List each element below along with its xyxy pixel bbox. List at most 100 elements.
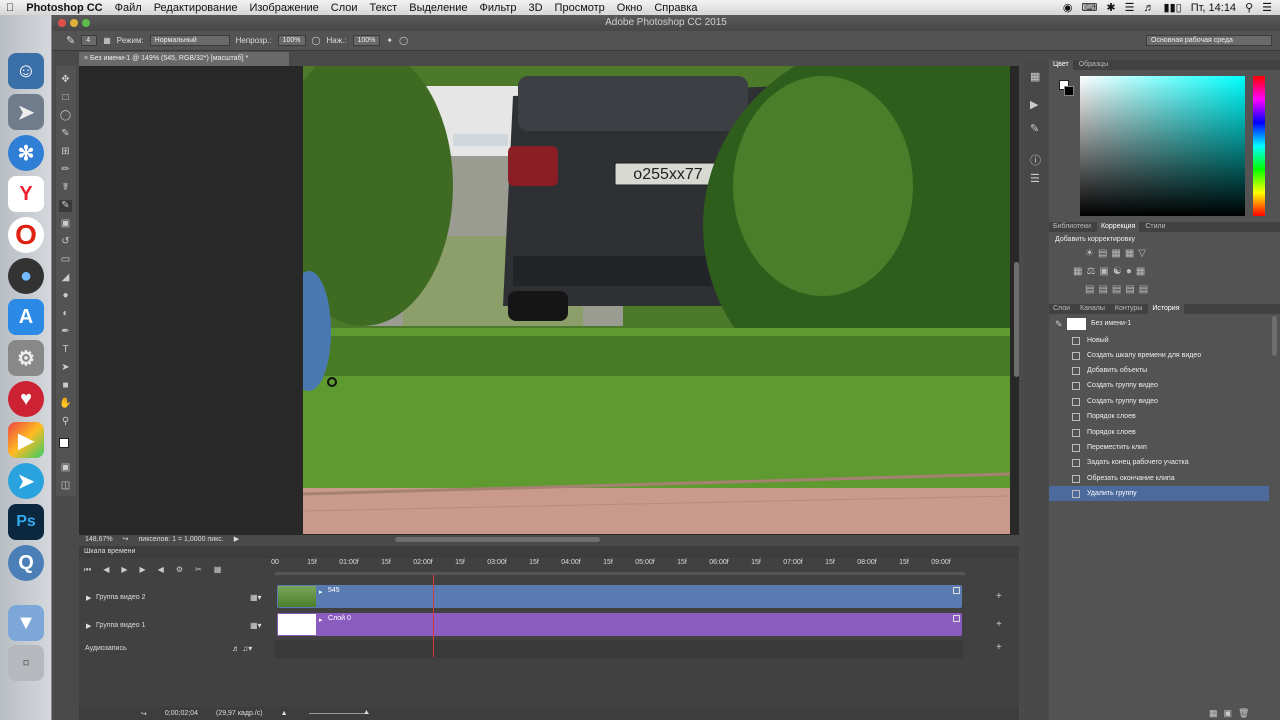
menu-3d[interactable]: 3D (522, 2, 548, 14)
bluetooth-icon[interactable]: ✱ (1106, 1, 1115, 14)
acrobat-icon[interactable]: ♥ (8, 381, 44, 417)
menu-select[interactable]: Выделение (403, 2, 473, 14)
previous-frame-icon[interactable]: ◀ (103, 565, 109, 575)
history-item[interactable]: Порядок слоев (1049, 425, 1269, 440)
type-tool-icon[interactable]: T (59, 344, 72, 356)
play-icon[interactable]: ▶ (121, 565, 127, 575)
crop-tool-icon[interactable]: ⊞ (59, 146, 72, 158)
quick-select-tool-icon[interactable]: ✎ (59, 128, 72, 140)
eraser-tool-icon[interactable]: ▭ (59, 254, 72, 266)
document-tab[interactable]: × Без имени-1 @ 149% (545, RGB/32*) [мас… (79, 52, 289, 66)
tab-swatches[interactable]: Образцы (1075, 60, 1112, 70)
track-media-icon[interactable]: ▦▾ (250, 621, 262, 630)
tab-styles[interactable]: Стили (1141, 222, 1169, 232)
add-media-button[interactable]: + (996, 591, 1002, 602)
opacity-field[interactable]: 100% (277, 35, 306, 46)
shape-tool-icon[interactable]: ■ (59, 380, 72, 392)
notification-icon[interactable]: ☰ (1262, 1, 1272, 14)
history-item-selected[interactable]: Удалить группу (1049, 486, 1269, 501)
system-preferences-icon[interactable]: ⚙ (8, 340, 44, 376)
stamp-tool-icon[interactable]: ▣ (59, 218, 72, 230)
brush-panel-icon[interactable]: ✎ (1030, 122, 1039, 135)
settings-icon[interactable]: ⚙ (176, 565, 183, 575)
document-canvas[interactable]: о255хх77 (303, 66, 1010, 534)
timecode[interactable]: 0;00;02;04 (165, 710, 198, 717)
zoom-tool-icon[interactable]: ⚲ (59, 416, 72, 428)
brush-tool-icon[interactable]: ✎ (59, 200, 72, 212)
marquee-tool-icon[interactable]: □ (59, 92, 72, 104)
mute-icon[interactable]: ◀ (158, 565, 164, 575)
safari-icon[interactable]: ✻ (8, 135, 44, 171)
blur-tool-icon[interactable]: ● (59, 290, 72, 302)
status-menu-arrow-icon[interactable]: ▶ (234, 535, 239, 543)
color-background-swatch[interactable] (1064, 86, 1074, 96)
properties-panel-icon[interactable]: ☰ (1030, 172, 1040, 185)
tab-history[interactable]: История (1148, 304, 1184, 314)
history-scrollbar[interactable] (1272, 316, 1277, 356)
spotlight-icon[interactable]: ⚲ (1245, 1, 1253, 14)
menu-type[interactable]: Текст (364, 2, 404, 14)
downloads-folder-icon[interactable]: ▼ (8, 605, 44, 641)
clock[interactable]: Пт, 14:14 (1191, 2, 1236, 14)
battery-icon[interactable]: ▮▮▯ (1164, 1, 1182, 14)
eyedropper-tool-icon[interactable]: ✏ (59, 164, 72, 176)
pressure-size-icon[interactable]: ◯ (399, 36, 408, 45)
track-expand-icon[interactable]: ▶ (86, 622, 91, 630)
photoshop-icon[interactable]: Ps (8, 504, 44, 540)
menu-help[interactable]: Справка (648, 2, 703, 14)
quicktime-icon[interactable]: ● (8, 258, 44, 294)
work-area-bar[interactable] (275, 572, 965, 575)
next-frame-icon[interactable]: ▶ (140, 565, 146, 575)
pressure-opacity-icon[interactable]: ◯ (312, 36, 321, 45)
split-scissors-icon[interactable]: ✂ (195, 565, 202, 575)
trash-icon[interactable]: ▫ (8, 645, 44, 681)
info-panel-icon[interactable]: ⓘ (1030, 152, 1041, 168)
close-window-button[interactable] (58, 19, 66, 27)
path-select-tool-icon[interactable]: ➤ (59, 362, 72, 374)
horizontal-scrollbar[interactable] (395, 537, 600, 542)
mode-select[interactable]: Нормальный (149, 35, 230, 46)
dodge-tool-icon[interactable]: ◐ (59, 308, 72, 320)
zoom-window-button[interactable] (82, 19, 90, 27)
brush-tool-icon[interactable]: ✎ (66, 34, 75, 47)
yandex-icon[interactable]: Y (8, 176, 44, 212)
history-item[interactable]: Порядок слоев (1049, 409, 1269, 424)
menu-file[interactable]: Файл (109, 2, 148, 14)
healing-tool-icon[interactable]: ☤ (59, 182, 72, 194)
history-item[interactable]: Создать группу видео (1049, 378, 1269, 393)
track-media-icon[interactable]: ▦▾ (250, 593, 262, 602)
workspace-select[interactable]: Основная рабочая среда (1146, 35, 1272, 46)
history-footer-icons[interactable]: ▦▣🗑 (1209, 708, 1255, 719)
history-item[interactable]: Создать шкалу времени для видео (1049, 348, 1269, 363)
telegram-icon[interactable]: ➤ (8, 463, 44, 499)
add-media-button[interactable]: + (996, 619, 1002, 630)
menu-edit[interactable]: Редактирование (148, 2, 244, 14)
track-expand-icon[interactable]: ▶ (86, 594, 91, 602)
timeline-ruler[interactable]: 00 15f 01:00f 15f 02:00f 15f 03:00f 15f … (271, 559, 965, 571)
add-audio-button[interactable]: + (996, 642, 1002, 653)
app-store-icon[interactable]: A (8, 299, 44, 335)
clip-video-group-2[interactable]: ▸ 545 (277, 585, 962, 608)
zoom-out-icon[interactable]: ▲ (281, 710, 288, 717)
history-item[interactable]: Задать конец рабочего участка (1049, 455, 1269, 470)
menu-filter[interactable]: Фильтр (474, 2, 523, 14)
flow-field[interactable]: 100% (352, 35, 381, 46)
quick-mask-icon[interactable]: ▣ (59, 462, 72, 474)
zoom-level[interactable]: 148,67% (85, 536, 113, 543)
close-tab-icon[interactable]: × (84, 55, 88, 62)
history-item[interactable]: Добавить объекты (1049, 363, 1269, 378)
tab-libraries[interactable]: Библиотеки (1049, 222, 1095, 232)
go-to-first-frame-icon[interactable]: ⏮ (84, 565, 91, 575)
history-brush-tool-icon[interactable]: ↺ (59, 236, 72, 248)
history-panel-icon[interactable]: ▦ (1030, 70, 1040, 83)
tab-paths[interactable]: Контуры (1111, 304, 1146, 314)
menu-app-name[interactable]: Photoshop CC (20, 2, 108, 14)
history-brush-source-icon[interactable]: ✎ (1055, 317, 1063, 332)
apple-icon[interactable]:  (0, 2, 20, 14)
history-item[interactable]: Переместить клип (1049, 440, 1269, 455)
clip-transition-icon[interactable] (953, 587, 960, 594)
hand-tool-icon[interactable]: ✋ (59, 398, 72, 410)
actions-panel-icon[interactable]: ▶ (1030, 98, 1038, 111)
history-item[interactable]: Новый (1049, 333, 1269, 348)
tab-color[interactable]: Цвет (1049, 60, 1073, 70)
